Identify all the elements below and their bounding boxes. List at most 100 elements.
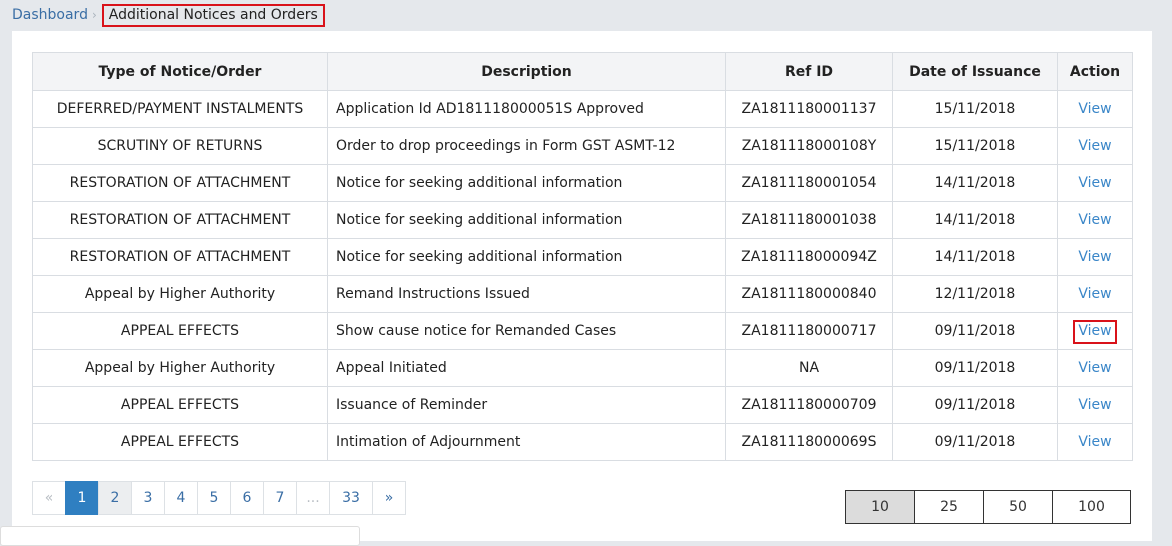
view-link-highlighted[interactable]: View — [1073, 320, 1117, 344]
cell-type: RESTORATION OF ATTACHMENT — [32, 238, 328, 276]
cell-action: View — [1057, 238, 1133, 276]
breadcrumb: Dashboard › Additional Notices and Order… — [12, 2, 325, 28]
cell-ref-id: NA — [725, 349, 893, 387]
cell-ref-id: ZA181118000069S — [725, 423, 893, 461]
table-row: DEFERRED/PAYMENT INSTALMENTS Application… — [32, 90, 1133, 128]
cell-ref-id: ZA1811180000709 — [725, 386, 893, 424]
notices-table: Type of Notice/Order Description Ref ID … — [32, 52, 1133, 461]
table-row: APPEAL EFFECTS Show cause notice for Rem… — [32, 312, 1133, 350]
cell-description: Notice for seeking additional informatio… — [327, 164, 726, 202]
column-header-date: Date of Issuance — [892, 52, 1058, 91]
cell-type: SCRUTINY OF RETURNS — [32, 127, 328, 165]
chevron-right-icon: › — [91, 8, 97, 22]
view-link[interactable]: View — [1078, 138, 1111, 154]
cell-action: View — [1057, 386, 1133, 424]
view-link[interactable]: View — [1078, 175, 1111, 191]
cell-date: 14/11/2018 — [892, 201, 1058, 239]
table-row: Appeal by Higher Authority Remand Instru… — [32, 275, 1133, 313]
cell-ref-id: ZA1811180000717 — [725, 312, 893, 350]
cell-date: 15/11/2018 — [892, 90, 1058, 128]
cell-type: Appeal by Higher Authority — [32, 349, 328, 387]
pagination-page-2[interactable]: 2 — [98, 481, 132, 515]
cell-date: 15/11/2018 — [892, 127, 1058, 165]
cell-type: Appeal by Higher Authority — [32, 275, 328, 313]
column-header-description: Description — [327, 52, 726, 91]
page-size-option-25[interactable]: 25 — [914, 490, 984, 524]
cell-type: RESTORATION OF ATTACHMENT — [32, 201, 328, 239]
page-size-option-10[interactable]: 10 — [845, 490, 915, 524]
pagination-page-6[interactable]: 6 — [230, 481, 264, 515]
cell-ref-id: ZA1811180001137 — [725, 90, 893, 128]
table-row: RESTORATION OF ATTACHMENT Notice for see… — [32, 201, 1133, 239]
cell-action: View — [1057, 201, 1133, 239]
cell-action: View — [1057, 423, 1133, 461]
cell-date: 12/11/2018 — [892, 275, 1058, 313]
cell-type: DEFERRED/PAYMENT INSTALMENTS — [32, 90, 328, 128]
cell-description: Intimation of Adjournment — [327, 423, 726, 461]
table-row: SCRUTINY OF RETURNS Order to drop procee… — [32, 127, 1133, 165]
pagination-page-1[interactable]: 1 — [65, 481, 99, 515]
pagination-page-7[interactable]: 7 — [263, 481, 297, 515]
cell-action: View — [1057, 349, 1133, 387]
cell-type: RESTORATION OF ATTACHMENT — [32, 164, 328, 202]
cell-date: 09/11/2018 — [892, 386, 1058, 424]
pagination-page-5[interactable]: 5 — [197, 481, 231, 515]
cell-type: APPEAL EFFECTS — [32, 423, 328, 461]
notices-panel: Type of Notice/Order Description Ref ID … — [12, 31, 1152, 541]
cell-description: Issuance of Reminder — [327, 386, 726, 424]
pagination-page-last[interactable]: 33 — [329, 481, 373, 515]
breadcrumb-current: Additional Notices and Orders — [101, 3, 325, 27]
view-link[interactable]: View — [1078, 286, 1111, 302]
view-link[interactable]: View — [1078, 360, 1111, 376]
cell-ref-id: ZA1811180001054 — [725, 164, 893, 202]
column-header-type: Type of Notice/Order — [32, 52, 328, 91]
pagination-ellipsis: ... — [296, 481, 330, 515]
table-row: RESTORATION OF ATTACHMENT Notice for see… — [32, 238, 1133, 276]
cell-description: Show cause notice for Remanded Cases — [327, 312, 726, 350]
cell-date: 09/11/2018 — [892, 349, 1058, 387]
cell-date: 09/11/2018 — [892, 312, 1058, 350]
cell-description: Application Id AD181118000051S Approved — [327, 90, 726, 128]
table-header-row: Type of Notice/Order Description Ref ID … — [32, 52, 1133, 91]
pagination-next-button[interactable]: » — [372, 481, 406, 515]
cell-description: Order to drop proceedings in Form GST AS… — [327, 127, 726, 165]
page-size-option-50[interactable]: 50 — [983, 490, 1053, 524]
pagination: « 1 2 3 4 5 6 7 ... 33 » — [32, 481, 406, 515]
cell-date: 09/11/2018 — [892, 423, 1058, 461]
cell-type: APPEAL EFFECTS — [32, 312, 328, 350]
view-link[interactable]: View — [1078, 212, 1111, 228]
cell-action: View — [1057, 164, 1133, 202]
cell-action: View — [1057, 127, 1133, 165]
cell-description: Remand Instructions Issued — [327, 275, 726, 313]
column-header-ref-id: Ref ID — [725, 52, 893, 91]
page-size-selector: 10 25 50 100 — [845, 490, 1131, 524]
view-link[interactable]: View — [1078, 434, 1111, 450]
table-row: APPEAL EFFECTS Issuance of Reminder ZA18… — [32, 386, 1133, 424]
table-row: RESTORATION OF ATTACHMENT Notice for see… — [32, 164, 1133, 202]
cell-action: View — [1057, 90, 1133, 128]
cell-ref-id: ZA1811180000840 — [725, 275, 893, 313]
column-header-action: Action — [1057, 52, 1133, 91]
view-link[interactable]: View — [1078, 101, 1111, 117]
cell-ref-id: ZA1811180001038 — [725, 201, 893, 239]
breadcrumb-dashboard-link[interactable]: Dashboard — [12, 7, 88, 23]
view-link[interactable]: View — [1078, 249, 1111, 265]
cell-type: APPEAL EFFECTS — [32, 386, 328, 424]
page-size-option-100[interactable]: 100 — [1052, 490, 1131, 524]
pagination-page-3[interactable]: 3 — [131, 481, 165, 515]
cell-description: Appeal Initiated — [327, 349, 726, 387]
pagination-page-4[interactable]: 4 — [164, 481, 198, 515]
view-link[interactable]: View — [1078, 397, 1111, 413]
cell-description: Notice for seeking additional informatio… — [327, 201, 726, 239]
cell-ref-id: ZA181118000108Y — [725, 127, 893, 165]
cell-description: Notice for seeking additional informatio… — [327, 238, 726, 276]
cell-date: 14/11/2018 — [892, 164, 1058, 202]
status-tooltip — [0, 526, 360, 546]
cell-ref-id: ZA181118000094Z — [725, 238, 893, 276]
cell-date: 14/11/2018 — [892, 238, 1058, 276]
table-row: APPEAL EFFECTS Intimation of Adjournment… — [32, 423, 1133, 461]
pagination-prev-button[interactable]: « — [32, 481, 66, 515]
cell-action: View — [1057, 312, 1133, 350]
cell-action: View — [1057, 275, 1133, 313]
table-row: Appeal by Higher Authority Appeal Initia… — [32, 349, 1133, 387]
